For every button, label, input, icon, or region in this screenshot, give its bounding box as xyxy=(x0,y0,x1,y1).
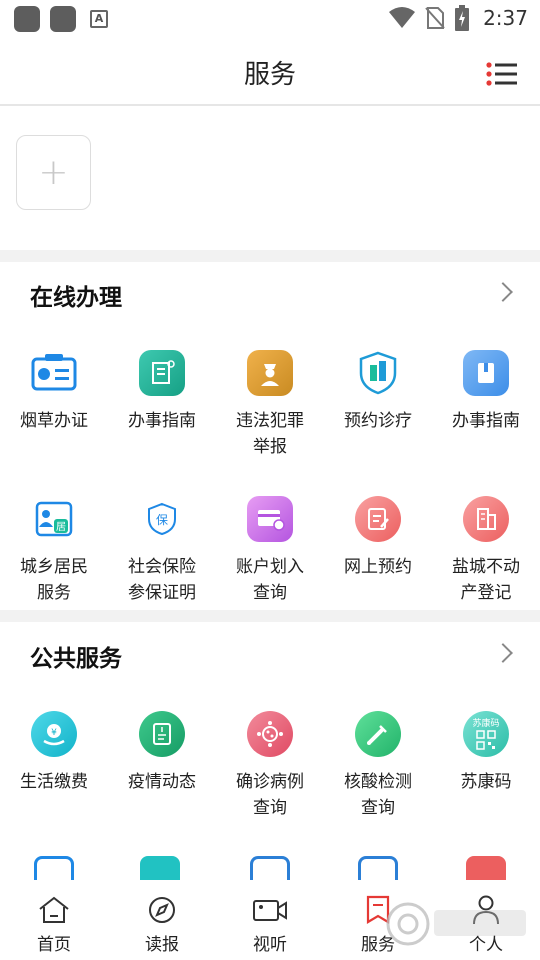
service-health-code[interactable]: 苏康码 苏康码 xyxy=(432,711,540,795)
service-tobacco-license[interactable]: 烟草办证 xyxy=(0,350,108,434)
service-label: 烟草办证 xyxy=(20,411,88,431)
service-social-insurance[interactable]: 保 社会保险 参保证明 xyxy=(108,496,216,606)
service-appointment-treatment[interactable]: 预约诊疗 xyxy=(324,350,432,434)
page-title: 服务 xyxy=(243,60,296,90)
nav-label: 视听 xyxy=(253,935,287,955)
account-transfer-icon xyxy=(247,496,293,542)
service-account-transfer[interactable]: 账户划入 查询 xyxy=(216,496,324,606)
service-label: 社会保险 参保证明 xyxy=(128,557,196,603)
property-building-icon xyxy=(463,496,509,542)
partial-service-icon[interactable] xyxy=(466,856,506,880)
svg-text:居: 居 xyxy=(56,521,66,533)
notification-app-icon xyxy=(14,6,40,32)
svg-text:保: 保 xyxy=(156,513,168,527)
partial-service-icon[interactable] xyxy=(250,856,290,880)
partial-service-icon[interactable] xyxy=(34,856,74,880)
section-title-online: 在线办理 xyxy=(30,285,122,311)
resident-card-icon: 居 xyxy=(31,496,77,542)
police-report-icon xyxy=(247,350,293,396)
nav-video[interactable]: 视听 xyxy=(216,880,324,960)
guide-scroll-icon xyxy=(139,350,185,396)
service-label: 城乡居民 服务 xyxy=(20,557,88,603)
online-booking-icon xyxy=(355,496,401,542)
section-divider xyxy=(0,250,540,262)
wifi-icon xyxy=(389,7,416,28)
chevron-right-icon[interactable] xyxy=(493,282,513,302)
plus-icon: + xyxy=(38,151,69,193)
nav-label: 读报 xyxy=(145,935,179,955)
service-label: 预约诊疗 xyxy=(344,411,412,431)
add-service-button[interactable]: + xyxy=(16,135,91,210)
service-resident[interactable]: 居 城乡居民 服务 xyxy=(0,496,108,606)
service-label: 账户划入 查询 xyxy=(236,557,304,603)
status-bar: A 2:37 xyxy=(0,0,540,36)
service-bill-payment[interactable]: ¥ 生活缴费 xyxy=(0,711,108,795)
nav-read[interactable]: 读报 xyxy=(108,880,216,960)
partial-service-icon[interactable] xyxy=(358,856,398,880)
service-epidemic-news[interactable]: 疫情动态 xyxy=(108,711,216,795)
section-divider xyxy=(0,610,540,622)
service-label: 网上预约 xyxy=(344,557,412,577)
clock: 2:37 xyxy=(483,6,528,30)
virus-case-icon xyxy=(247,711,293,757)
epidemic-news-icon xyxy=(139,711,185,757)
test-pipette-icon xyxy=(355,711,401,757)
service-label: 盐城不动 产登记 xyxy=(452,557,520,603)
tobacco-license-icon xyxy=(31,350,77,396)
compass-icon xyxy=(149,897,175,923)
service-confirmed-cases[interactable]: 确诊病例 查询 xyxy=(216,711,324,821)
watermark-logo xyxy=(386,902,526,946)
notification-app-icon xyxy=(50,6,76,32)
partial-service-icon[interactable] xyxy=(140,856,180,880)
home-icon xyxy=(39,896,69,923)
title-bar: 服务 xyxy=(0,36,540,106)
service-label: 生活缴费 xyxy=(20,772,88,792)
bill-payment-icon: ¥ xyxy=(31,711,77,757)
nav-label: 首页 xyxy=(37,935,71,955)
hospital-shield-icon xyxy=(355,350,401,396)
insurance-shield-icon: 保 xyxy=(139,496,185,542)
menu-list-icon[interactable] xyxy=(486,62,518,86)
section-title-public: 公共服务 xyxy=(30,646,122,672)
accessibility-icon: A xyxy=(90,10,108,28)
service-label: 违法犯罪 举报 xyxy=(236,411,304,457)
service-label: 核酸检测 查询 xyxy=(344,772,412,818)
nav-home[interactable]: 首页 xyxy=(0,880,108,960)
health-qr-icon: 苏康码 xyxy=(463,711,509,757)
health-code-badge: 苏康码 xyxy=(472,719,500,729)
no-sim-icon xyxy=(425,7,445,29)
service-nucleic-test[interactable]: 核酸检测 查询 xyxy=(324,711,432,821)
battery-charging-icon xyxy=(455,5,470,31)
service-label: 办事指南 xyxy=(452,411,520,431)
service-guide-2[interactable]: 办事指南 xyxy=(432,350,540,434)
service-label: 疫情动态 xyxy=(128,772,196,792)
service-crime-report[interactable]: 违法犯罪 举报 xyxy=(216,350,324,460)
svg-text:¥: ¥ xyxy=(51,728,57,738)
service-label: 确诊病例 查询 xyxy=(236,772,304,818)
chevron-right-icon[interactable] xyxy=(493,643,513,663)
service-online-booking[interactable]: 网上预约 xyxy=(324,496,432,580)
service-guide[interactable]: 办事指南 xyxy=(108,350,216,434)
service-property-registration[interactable]: 盐城不动 产登记 xyxy=(432,496,540,606)
service-label: 办事指南 xyxy=(128,411,196,431)
guide-book-icon xyxy=(463,350,509,396)
video-camera-icon xyxy=(253,900,287,921)
service-label: 苏康码 xyxy=(460,772,512,792)
